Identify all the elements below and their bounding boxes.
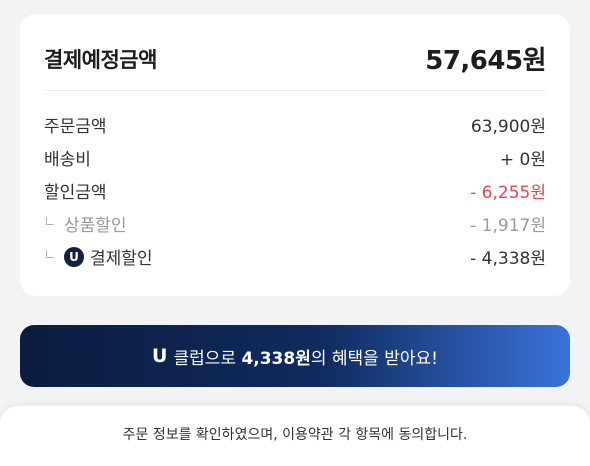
bottom-sheet: 주문 정보를 확인하였으며, 이용약관 각 항목에 동의합니다.	[0, 406, 590, 466]
payment-discount-value: - 4,338원	[470, 249, 546, 269]
banner-text-benefit: 의 혜택을 받아요!	[310, 348, 438, 369]
u-club-logo-icon: U	[152, 345, 168, 367]
order-amount-value: 63,900원	[470, 117, 546, 137]
order-amount-label: 주문금액	[44, 117, 107, 137]
terms-agreement-text: 주문 정보를 확인하였으며, 이용약관 각 항목에 동의합니다.	[122, 427, 468, 443]
breakdown-list: 주문금액 63,900원 배송비 + 0원 할인금액 - 6,255원 상품할인…	[44, 108, 546, 273]
product-discount-value: - 1,917원	[470, 216, 546, 236]
total-label: 결제예정금액	[44, 47, 157, 72]
shipping-label: 배송비	[44, 150, 91, 170]
banner-benefit-amount: 4,338원	[241, 348, 311, 369]
total-value: 57,645원	[425, 46, 546, 76]
banner-text-club: 클럽으로	[173, 348, 237, 369]
divider	[44, 90, 546, 91]
shipping-row: 배송비 + 0원	[44, 141, 546, 174]
sub-item-corner-icon	[46, 249, 54, 258]
shipping-value: + 0원	[499, 150, 546, 170]
u-club-benefit-banner[interactable]: U 클럽으로 4,338원 의 혜택을 받아요!	[20, 325, 570, 387]
discount-value: - 6,255원	[470, 183, 546, 203]
u-club-badge-icon: U	[64, 246, 84, 267]
discount-row: 할인금액 - 6,255원	[44, 174, 546, 207]
product-discount-row: 상품할인 - 1,917원	[44, 207, 546, 240]
payment-discount-row: U 결제할인 - 4,338원	[44, 240, 546, 273]
payment-summary-card: 결제예정금액 57,645원 주문금액 63,900원 배송비 + 0원 할인금…	[20, 14, 570, 296]
sub-item-corner-icon	[46, 216, 54, 225]
product-discount-label: 상품할인	[64, 216, 127, 236]
order-amount-row: 주문금액 63,900원	[44, 108, 546, 141]
payment-discount-label: 결제할인	[90, 249, 153, 269]
discount-label: 할인금액	[44, 183, 107, 203]
total-row: 결제예정금액 57,645원	[44, 40, 546, 77]
